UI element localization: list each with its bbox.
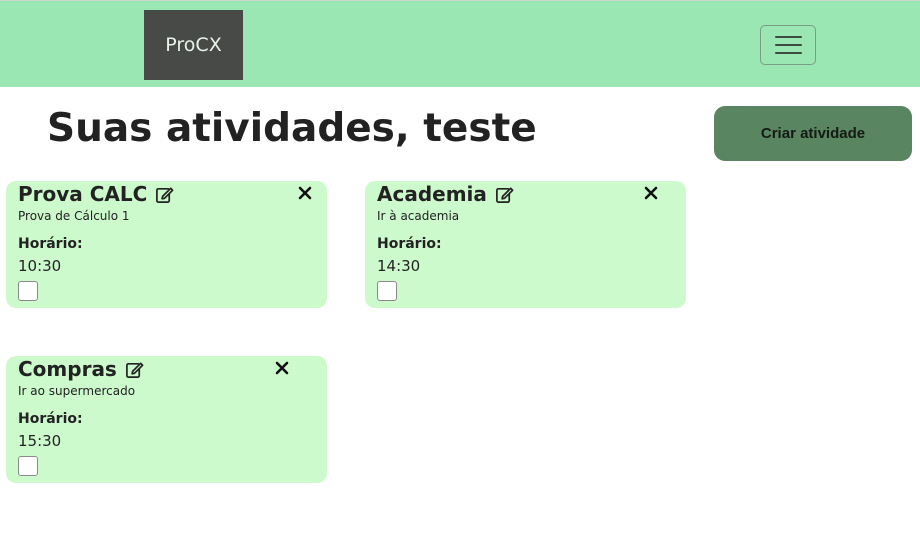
hamburger-menu-icon — [774, 52, 802, 54]
hamburger-menu-icon — [774, 44, 802, 46]
edit-icon[interactable] — [155, 185, 174, 204]
close-icon[interactable] — [644, 186, 658, 200]
time-label: Horário: — [18, 411, 83, 427]
navbar: ProCX — [0, 0, 920, 87]
activity-description: Ir à academia — [377, 209, 460, 223]
activity-title: Academia — [377, 182, 487, 206]
brand-logo[interactable]: ProCX — [144, 10, 243, 80]
edit-icon[interactable] — [495, 185, 514, 204]
done-checkbox[interactable] — [18, 281, 38, 301]
activity-description: Prova de Cálculo 1 — [18, 209, 130, 223]
edit-icon[interactable] — [125, 360, 144, 379]
time-value: 14:30 — [377, 257, 421, 275]
hamburger-menu-icon — [774, 36, 802, 38]
activity-card: Prova CALC Prova de Cálculo 1 Horário: 1… — [6, 181, 327, 308]
activity-title: Compras — [18, 357, 117, 381]
close-icon[interactable] — [275, 361, 289, 375]
done-checkbox[interactable] — [377, 281, 397, 301]
done-checkbox[interactable] — [18, 456, 38, 476]
activity-title-row: Academia — [377, 182, 514, 206]
close-icon[interactable] — [298, 186, 312, 200]
create-activity-button[interactable]: Criar atividade — [714, 106, 912, 161]
navbar-toggle-button[interactable] — [760, 25, 816, 65]
time-value: 15:30 — [18, 432, 62, 450]
activity-card: Academia Ir à academia Horário: 14:30 — [365, 181, 686, 308]
activity-description: Ir ao supermercado — [18, 384, 136, 398]
time-value: 10:30 — [18, 257, 62, 275]
time-label: Horário: — [18, 236, 83, 252]
activity-card: Compras Ir ao supermercado Horário: 15:3… — [6, 356, 327, 483]
activity-title-row: Compras — [18, 357, 144, 381]
activity-title: Prova CALC — [18, 182, 148, 206]
time-label: Horário: — [377, 236, 442, 252]
activity-title-row: Prova CALC — [18, 182, 174, 206]
page-title: Suas atividades, teste — [47, 106, 537, 151]
